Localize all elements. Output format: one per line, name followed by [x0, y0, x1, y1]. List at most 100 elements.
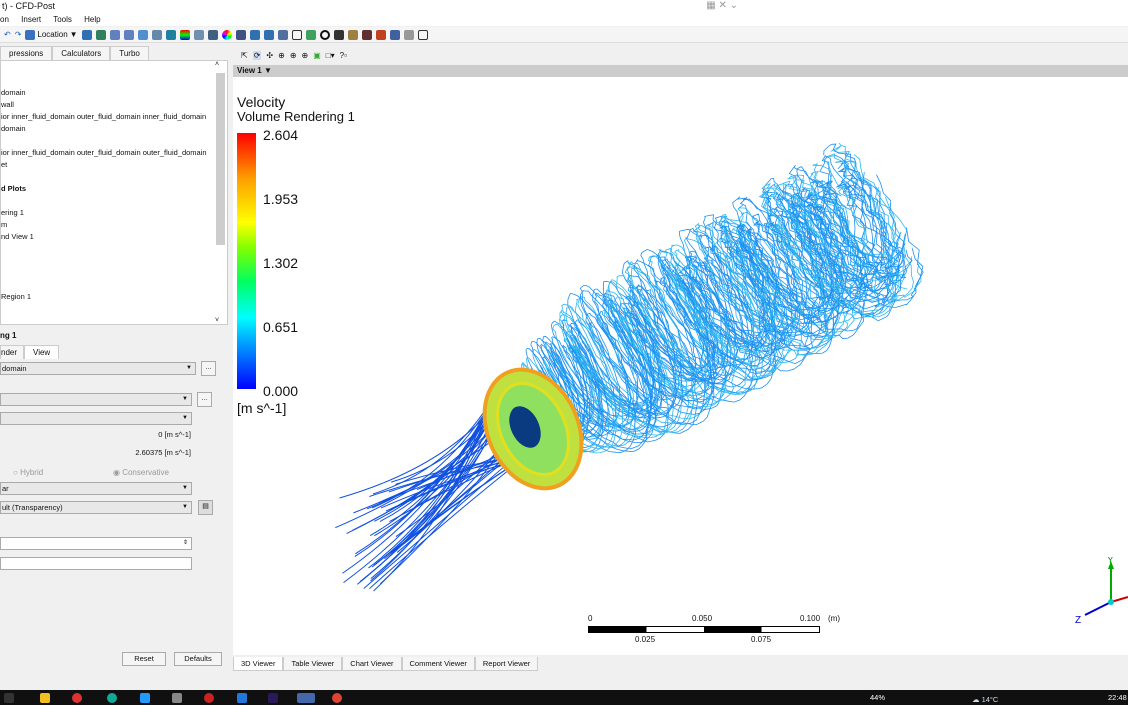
tree-item[interactable]: domain — [1, 88, 26, 97]
tree-item[interactable]: m — [1, 220, 7, 229]
function-calculator-icon[interactable] — [361, 29, 372, 40]
case-comparison-icon[interactable] — [403, 29, 414, 40]
comment-icon[interactable] — [291, 29, 302, 40]
macro-calculator-icon[interactable] — [375, 29, 386, 40]
radio-hybrid[interactable]: ○ Hybrid — [13, 468, 43, 477]
help-icon[interactable]: ?▫ — [340, 51, 347, 60]
clip-plane-icon[interactable] — [207, 29, 218, 40]
variable-icon[interactable] — [235, 29, 246, 40]
tree-scrollbar[interactable]: ˄ ˅ — [215, 61, 225, 324]
axis-triad: Y Z — [1075, 557, 1128, 626]
tree-item[interactable]: nd View 1 — [1, 232, 34, 241]
tab-view[interactable]: View — [24, 345, 60, 359]
menu-item[interactable]: on — [0, 15, 9, 24]
color-map-select[interactable]: ult (Transparency) ▼ — [0, 501, 192, 514]
tree-item[interactable]: wall — [1, 100, 14, 109]
pan-icon[interactable]: ✣ — [266, 51, 273, 60]
tab-report-viewer[interactable]: Report Viewer — [474, 657, 539, 671]
domains-browse-button[interactable]: ... — [201, 361, 216, 376]
zoom-fit-icon[interactable]: ⊕ — [302, 51, 309, 60]
task-view-icon[interactable] — [4, 693, 14, 703]
command-editor-icon[interactable] — [417, 29, 428, 40]
zoom-icon[interactable]: ⊕ — [278, 51, 285, 60]
zoom-box-icon[interactable]: ⊕ — [290, 51, 297, 60]
tab-comment-viewer[interactable]: Comment Viewer — [401, 657, 475, 671]
file-explorer-icon[interactable] — [40, 693, 50, 703]
weather[interactable]: ☁ 14°C — [972, 695, 998, 704]
scroll-up-icon[interactable]: ˄ — [215, 61, 219, 68]
app-icon[interactable] — [237, 693, 247, 703]
tree-item[interactable]: et — [1, 160, 7, 169]
tree-item[interactable]: domain — [1, 124, 26, 133]
redo-icon[interactable]: ↷ — [15, 30, 22, 39]
vector-icon[interactable] — [81, 29, 92, 40]
tab-chart-viewer[interactable]: Chart Viewer — [342, 657, 402, 671]
scroll-thumb[interactable] — [216, 73, 225, 245]
tree-item[interactable]: ior inner_fluid_domain outer_fluid_domai… — [1, 112, 206, 121]
spinner-field[interactable]: ⇕ — [0, 537, 192, 550]
range-select[interactable]: ▼ — [0, 412, 192, 425]
app-icon[interactable] — [140, 693, 150, 703]
location-button[interactable]: Location ▼ — [25, 29, 78, 40]
tab-calculators[interactable]: Calculators — [52, 46, 111, 60]
menu-help[interactable]: Help — [84, 15, 100, 24]
undo-icon[interactable]: ↶ — [4, 30, 11, 39]
streamline-icon[interactable] — [109, 29, 120, 40]
tree-item[interactable]: Region 1 — [1, 292, 31, 301]
tab-turbo[interactable]: Turbo — [110, 46, 149, 60]
select-icon[interactable]: ⇱ — [241, 51, 248, 60]
workbench-icon[interactable] — [172, 693, 182, 703]
tree-item[interactable]: ior inner_fluid_domain outer_fluid_domai… — [1, 148, 207, 157]
edge-icon[interactable] — [107, 693, 117, 703]
menu-tools[interactable]: Tools — [53, 15, 72, 24]
cfd-post-icon[interactable] — [297, 693, 315, 703]
clock-icon[interactable] — [319, 29, 330, 40]
text-icon[interactable] — [151, 29, 162, 40]
menu-insert[interactable]: Insert — [21, 15, 41, 24]
contour-icon[interactable] — [95, 29, 106, 40]
premiere-icon[interactable] — [268, 693, 278, 703]
fit-view-icon[interactable]: ▣ — [313, 51, 321, 60]
defaults-button[interactable]: Defaults — [174, 652, 222, 666]
text-field[interactable] — [0, 557, 192, 570]
legend-subtitle: Volume Rendering 1 — [237, 109, 355, 124]
quick-editor-icon[interactable] — [333, 29, 344, 40]
chart-icon[interactable] — [277, 29, 288, 40]
rotate-icon[interactable]: ⟳ — [252, 50, 262, 60]
tree-group-user-plots[interactable]: d Plots — [1, 184, 26, 193]
view-selector[interactable]: View 1 ▼ — [233, 65, 1128, 77]
radio-conservative[interactable]: ◉ Conservative — [113, 468, 169, 477]
tab-expressions[interactable]: pressions — [0, 46, 53, 60]
instance-transform-icon[interactable] — [193, 29, 204, 40]
tree-item[interactable]: ering 1 — [1, 208, 24, 217]
3d-viewport[interactable]: Velocity Volume Rendering 1 2.604 1.953 … — [233, 77, 1128, 655]
scale-label: 0.025 — [635, 635, 656, 644]
legend-icon[interactable] — [179, 29, 190, 40]
app-icon[interactable] — [204, 693, 214, 703]
variable-select[interactable]: ▼ — [0, 393, 192, 406]
reset-button[interactable]: Reset — [122, 652, 166, 666]
tab-render[interactable]: nder — [0, 345, 25, 359]
coordinate-frame-icon[interactable] — [165, 29, 176, 40]
mesh-calculator-icon[interactable] — [389, 29, 400, 40]
color-map-icon[interactable] — [221, 29, 232, 40]
figure-icon[interactable] — [305, 29, 316, 40]
tab-table-viewer[interactable]: Table Viewer — [283, 657, 343, 671]
probe-icon[interactable] — [347, 29, 358, 40]
tab-3d-viewer[interactable]: 3D Viewer — [233, 657, 284, 671]
variable-browse-button[interactable]: ... — [197, 392, 212, 407]
expression-icon[interactable] — [249, 29, 260, 40]
domains-select[interactable]: domain ▼ — [0, 362, 196, 375]
edit-color-map-button[interactable]: ▤ — [198, 500, 213, 515]
table-icon[interactable] — [263, 29, 274, 40]
window-controls[interactable]: ▦ ✕ ⌄ — [706, 0, 738, 11]
viewport-layout-icon[interactable]: □▾ — [326, 51, 335, 60]
powerpoint-icon[interactable] — [332, 693, 342, 703]
outline-tree: domain wall ior inner_fluid_domain outer… — [0, 60, 228, 325]
scroll-down-icon[interactable]: ˅ — [215, 317, 219, 324]
particle-track-icon[interactable] — [123, 29, 134, 40]
color-scale-select[interactable]: ar ▼ — [0, 482, 192, 495]
volume-rendering-icon[interactable] — [137, 29, 148, 40]
clock[interactable]: 22:48 — [1108, 693, 1127, 702]
chrome-icon[interactable] — [72, 693, 82, 703]
